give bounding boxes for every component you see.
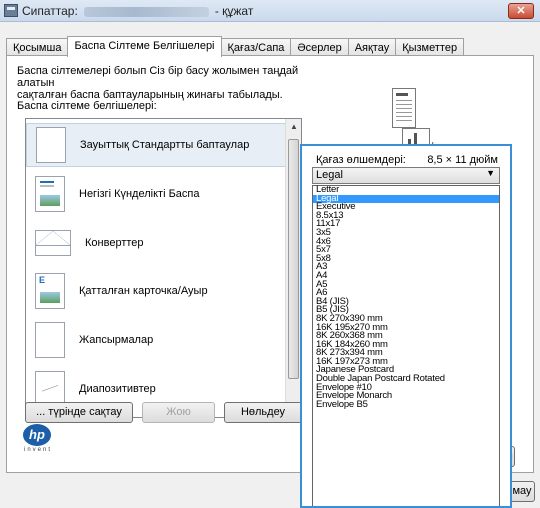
paper-size-option[interactable]: Letter <box>313 185 499 195</box>
shortcuts-listbox[interactable]: Зауыттық Стандартты баптаулар Негізгі Кү… <box>25 118 302 418</box>
shortcut-cardstock[interactable]: Қатталған карточка/Ауыр <box>26 269 286 313</box>
shortcut-everyday-printing[interactable]: Негізгі Күнделікті Баспа <box>26 172 286 216</box>
partial-button-bottom-right[interactable]: мау <box>509 481 535 502</box>
printer-app-icon <box>4 4 18 17</box>
paper-size-option[interactable]: 5x8 <box>313 254 499 264</box>
shortcut-envelopes[interactable]: Конверттер <box>26 221 286 265</box>
card-document-icon <box>35 273 65 309</box>
tab-paper-quality[interactable]: Қағаз/Сапа <box>220 38 292 56</box>
tab-printing-shortcuts[interactable]: Баспа Сілтеме Белгішелері <box>67 36 222 57</box>
delete-button[interactable]: Жою <box>142 402 215 423</box>
scroll-thumb[interactable] <box>288 139 299 379</box>
tab-finishing[interactable]: Аяқтау <box>347 38 397 56</box>
paper-size-label: Қағаз өлшемдері: <box>316 154 406 166</box>
tab-effects[interactable]: Әсерлер <box>290 38 349 56</box>
blank-page-icon <box>36 127 66 163</box>
envelope-icon <box>35 230 71 256</box>
paper-size-option[interactable]: 11x17 <box>313 219 499 229</box>
scroll-up-icon[interactable]: ▲ <box>286 119 301 135</box>
tab-services[interactable]: Қызметтер <box>395 38 465 56</box>
shortcuts-scrollbar[interactable]: ▲ ▼ <box>285 119 301 417</box>
shortcuts-description: Баспа сілтемелері болып Сіз бір басу жол… <box>17 65 299 101</box>
paper-size-option[interactable]: A4 <box>313 271 499 281</box>
tab-advanced[interactable]: Қосымша <box>6 38 69 56</box>
save-as-button[interactable]: ... түрінде сақтау <box>25 402 133 423</box>
paper-size-callout: Қағаз өлшемдері: 8,5 × 11 дюйм Legal ▼ L… <box>300 144 512 508</box>
shortcut-labels[interactable]: Жапсырмалар <box>26 318 286 362</box>
shortcuts-list-label: Баспа сілтеме белгішелері: <box>17 100 157 112</box>
paper-size-option[interactable]: A5 <box>313 279 499 290</box>
paper-size-option[interactable]: 5x7 <box>313 245 499 255</box>
shortcut-factory-defaults[interactable]: Зауыттық Стандартты баптаулар <box>26 123 286 167</box>
hp-logo: hp invent <box>17 424 59 453</box>
paper-size-dropdown-list[interactable]: Letter Legal Executive 8.5x13 11x17 3x5 4x6 5x7… <box>312 185 500 506</box>
paper-size-option[interactable]: Envelope B5 <box>313 400 499 410</box>
close-button[interactable]: ✕ <box>508 3 534 19</box>
window-title: Сипаттар: - құжат <box>22 4 254 18</box>
paper-size-dimensions: 8,5 × 11 дюйм <box>427 154 498 166</box>
paper-size-option[interactable]: 3x5 <box>313 228 499 238</box>
paper-size-option[interactable]: A3 <box>313 262 499 272</box>
close-icon: ✕ <box>516 5 526 17</box>
paper-size-option[interactable]: 4x6 <box>313 237 499 247</box>
paper-size-option[interactable]: 8.5x13 <box>313 211 499 221</box>
photo-document-icon <box>35 176 65 212</box>
reset-button[interactable]: Нөльдеу <box>224 402 302 423</box>
paper-size-select[interactable]: Legal ▼ <box>312 167 500 184</box>
labels-icon <box>35 322 65 358</box>
title-bar: Сипаттар: - құжат ✕ <box>0 0 540 22</box>
tab-strip: Қосымша Баспа Сілтеме Белгішелері Қағаз/… <box>6 36 465 57</box>
chevron-down-icon[interactable]: ▼ <box>486 168 495 178</box>
redacted-printer-name <box>83 6 209 17</box>
